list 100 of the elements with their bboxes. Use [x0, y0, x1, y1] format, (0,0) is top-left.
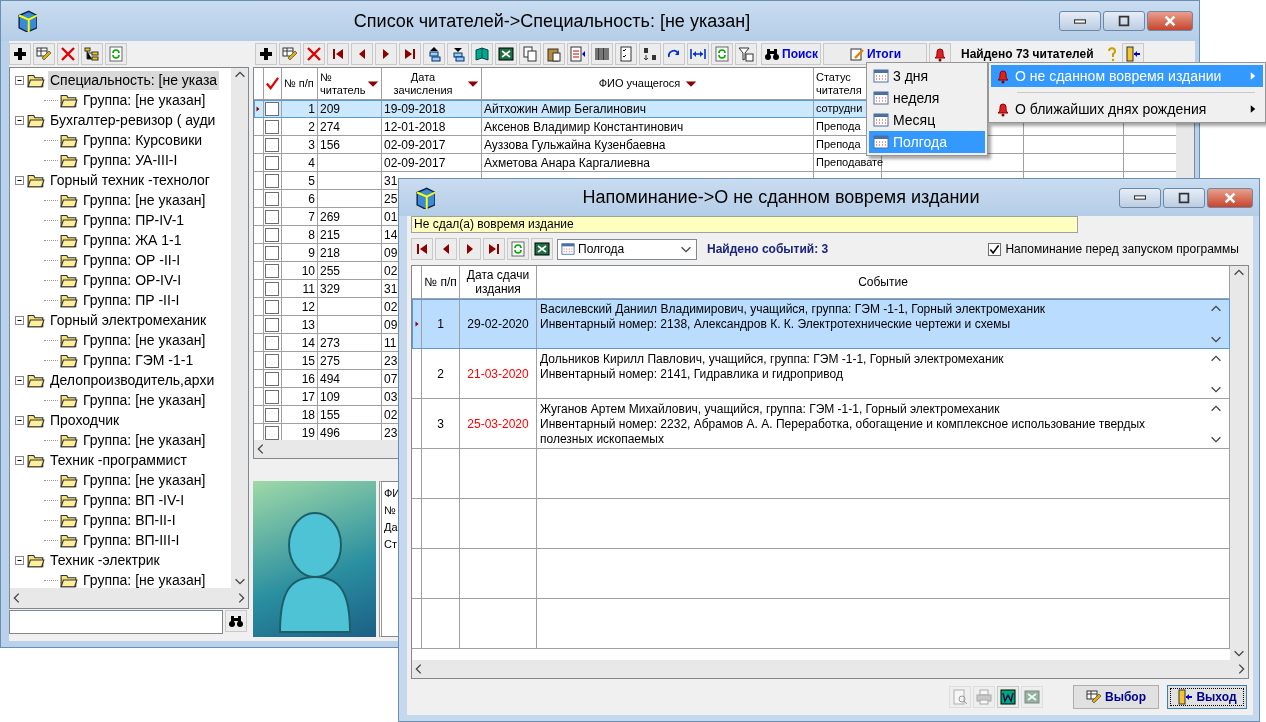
word-button[interactable]	[997, 686, 1019, 708]
vertical-scrollbar[interactable]	[1230, 266, 1248, 660]
checkbox[interactable]	[265, 119, 279, 134]
checkbox[interactable]	[265, 425, 279, 440]
event-row[interactable]: 1 29-02-2020 Василевский Даниил Владимирович, учащийся, группа: ГЭМ -1-1, Горный электромеханик Инвентарный номер: 2138, Александров К. К. Электротехнические чертежи и схемы	[412, 299, 1230, 349]
list-button[interactable]	[567, 43, 589, 65]
checkbox[interactable]	[265, 137, 279, 152]
tree-item[interactable]: Горный техник -технолог	[48, 170, 212, 190]
checkbox[interactable]	[265, 407, 279, 422]
vertical-scrollbar[interactable]	[231, 68, 248, 588]
edit-button[interactable]	[33, 43, 55, 65]
horizontal-scrollbar[interactable]	[10, 588, 248, 608]
delete-button[interactable]	[303, 43, 325, 65]
tree-item[interactable]: Группа: ЖА 1-1	[81, 230, 184, 250]
next-button[interactable]	[459, 238, 481, 260]
checkbox[interactable]	[265, 245, 279, 260]
export-button[interactable]	[531, 238, 553, 260]
column-header[interactable]: № п/п	[424, 275, 457, 289]
column-header[interactable]: ФИО учащегося	[596, 77, 681, 90]
checkbox[interactable]	[265, 281, 279, 296]
tree-item[interactable]: Группа: ОР-IV-I	[81, 270, 184, 290]
checkbox[interactable]	[265, 263, 279, 278]
tree-item[interactable]: Группа: ПР -II-I	[81, 290, 182, 310]
checkbox[interactable]	[265, 353, 279, 368]
tree-item[interactable]: Группа: ВП-II-I	[81, 510, 178, 530]
last-button[interactable]	[483, 238, 505, 260]
copy-button[interactable]	[519, 43, 541, 65]
tree-item[interactable]: Группа: ОР -II-I	[81, 250, 183, 270]
column-header[interactable]: Дата зачисления	[382, 70, 462, 97]
tree-item[interactable]: Техник -программист	[48, 450, 189, 470]
find-button[interactable]	[225, 610, 247, 632]
previous-button[interactable]	[351, 43, 373, 65]
checkbox[interactable]	[265, 299, 279, 314]
minimize-button[interactable]	[1119, 187, 1161, 208]
exit-button[interactable]	[1121, 43, 1144, 65]
delete-button[interactable]	[57, 43, 79, 65]
close-button[interactable]	[1207, 187, 1253, 208]
tree-item[interactable]: Горный электромеханик	[48, 310, 209, 330]
move-down-button[interactable]	[447, 43, 469, 65]
maximize-button[interactable]	[1163, 187, 1205, 208]
tree-button[interactable]	[81, 43, 103, 65]
sort-button[interactable]	[639, 43, 661, 65]
tree-item[interactable]: Группа: [не указан]	[81, 430, 208, 450]
checkbox[interactable]	[265, 389, 279, 404]
book-button[interactable]	[471, 43, 493, 65]
table-row[interactable]: 4 02-09-2017 Ахметова Анара Каргалиевна Преподавате	[254, 154, 1176, 172]
checkbox[interactable]	[265, 371, 279, 386]
maximize-button[interactable]	[1103, 11, 1145, 31]
column-header[interactable]: Дата сдачи издания	[460, 268, 536, 296]
event-row[interactable]: 2 21-03-2020 Дольников Кирилл Павлович, учащийся, группа: ГЭМ -1-1, Горный электромеханик Инвентарный номер: 2141, Гидравлика и гидропривод	[412, 349, 1230, 399]
previous-button[interactable]	[435, 238, 457, 260]
tree-item[interactable]: Группа: ВП -IV-I	[81, 490, 187, 510]
tree-item[interactable]: Проходчик	[48, 410, 122, 430]
last-button[interactable]	[399, 43, 421, 65]
tree-item[interactable]: Группа: ПР-IV-1	[81, 210, 187, 230]
move-up-button[interactable]	[423, 43, 445, 65]
menu-item[interactable]: 3 дня	[869, 65, 985, 87]
tree-item[interactable]: Группа: ВП-III-I	[81, 530, 182, 550]
checkbox[interactable]	[265, 317, 279, 332]
tree-item[interactable]: Группа: Курсовики	[81, 130, 205, 150]
column-header[interactable]: № п/п	[282, 77, 314, 90]
minimize-button[interactable]	[1059, 11, 1101, 31]
paste-button[interactable]	[543, 43, 565, 65]
first-button[interactable]	[327, 43, 349, 65]
checklist-button[interactable]	[615, 43, 637, 65]
next-button[interactable]	[375, 43, 397, 65]
tree-item[interactable]: Техник -электрик	[48, 550, 162, 570]
exit-button[interactable]: Выход	[1167, 685, 1247, 709]
column-header[interactable]: Событие	[858, 275, 908, 289]
filter-button[interactable]	[735, 43, 757, 65]
checkbox[interactable]	[265, 155, 279, 170]
remind-checkbox[interactable]: Напоминание перед запуском программы	[988, 240, 1239, 258]
search-button[interactable]: Поиск	[761, 43, 821, 65]
totals-button[interactable]: Итоги	[823, 43, 927, 65]
tree-item[interactable]: Группа: [не указан]	[81, 90, 208, 110]
reminder-button[interactable]	[929, 43, 951, 65]
checkbox[interactable]	[265, 101, 279, 116]
period-dropdown[interactable]: Полгода	[557, 238, 697, 260]
barcode-button[interactable]	[591, 43, 613, 65]
export-button[interactable]	[495, 43, 517, 65]
tree-item[interactable]: Группа: [не указан]	[81, 470, 208, 490]
fit-width-button[interactable]	[687, 43, 709, 65]
search-field[interactable]	[9, 610, 223, 634]
tree-item[interactable]: Группа: УА-III-I	[81, 150, 180, 170]
tree-item[interactable]: Специальность: [не указа	[48, 70, 220, 90]
tree-item[interactable]: Группа: [не указан]	[81, 330, 208, 350]
tree-item[interactable]: Группа: [не указан]	[81, 570, 208, 588]
add-button[interactable]	[9, 43, 31, 65]
tree-item[interactable]: Группа: [не указан]	[81, 190, 208, 210]
event-row[interactable]	[412, 399, 1230, 449]
checkbox[interactable]	[265, 173, 279, 188]
redo-button[interactable]	[663, 43, 685, 65]
add-button[interactable]	[255, 43, 277, 65]
tree-item[interactable]: Бухгалтер-ревизор ( ауди	[48, 110, 218, 130]
checkbox[interactable]	[265, 227, 279, 242]
first-button[interactable]	[411, 238, 433, 260]
edit-button[interactable]	[279, 43, 301, 65]
horizontal-scrollbar[interactable]	[412, 660, 1248, 678]
checkbox[interactable]	[265, 191, 279, 206]
tree-item[interactable]: Группа: ГЭМ -1-1	[81, 350, 196, 370]
